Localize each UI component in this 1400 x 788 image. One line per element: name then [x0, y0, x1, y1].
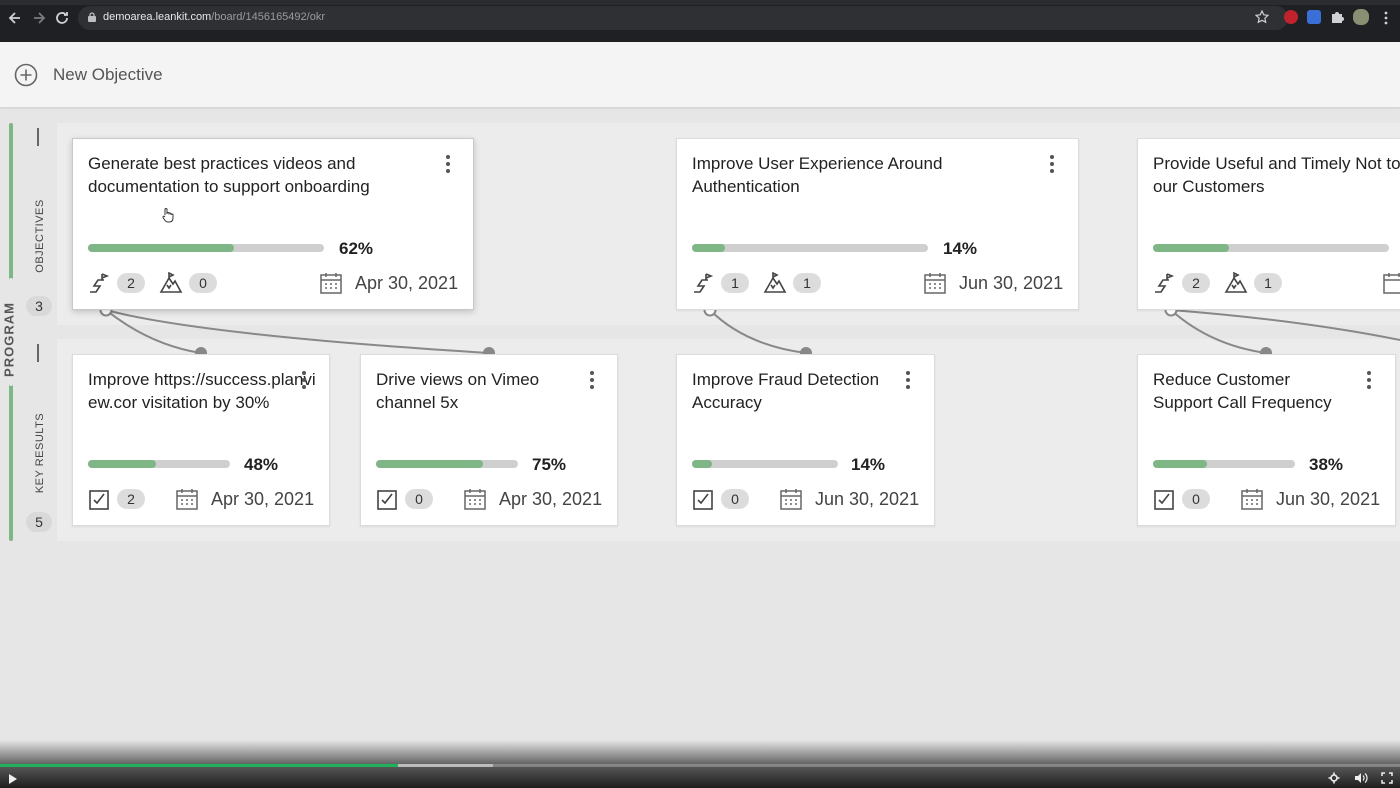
due-date: Jun 30, 2021	[1276, 489, 1381, 509]
key-result-flag-icon	[694, 273, 714, 293]
due-date: Apr 30, 2021	[211, 489, 315, 509]
objective-title: Provide Useful and Timely Not to our Cus…	[1153, 154, 1400, 196]
key-result-card[interactable]: Improve Fraud Detection Accuracy 14% 0 J…	[676, 354, 935, 526]
objective-title: Generate best practices videos and docum…	[88, 154, 370, 196]
progress-percent: 38%	[1309, 455, 1344, 474]
progress-bar	[88, 460, 230, 468]
hand-cursor-icon	[162, 208, 174, 223]
tasks-count: 0	[405, 489, 433, 509]
key-result-title: Improve Fraud Detection Accuracy	[692, 370, 880, 412]
objective-card[interactable]: Provide Useful and Timely Not to our Cus…	[1137, 138, 1400, 310]
settings-icon[interactable]	[1328, 772, 1342, 784]
progress-bar	[376, 460, 518, 468]
key-result-flag-icon	[90, 273, 110, 293]
key-results-count: 2	[1182, 273, 1210, 293]
key-result-flag-icon	[1155, 273, 1175, 293]
calendar-icon	[464, 489, 486, 510]
key-result-title: Reduce Customer Support Call Frequency	[1153, 370, 1332, 412]
kebab-menu-icon[interactable]	[445, 155, 451, 173]
risk-mountain-icon	[159, 271, 183, 293]
objective-card[interactable]: Generate best practices videos and docum…	[72, 138, 474, 310]
risks-count: 0	[189, 273, 217, 293]
due-date: Jun 30, 2021	[815, 489, 920, 509]
risk-mountain-icon	[763, 271, 787, 293]
risk-mountain-icon	[1224, 271, 1248, 293]
play-icon[interactable]	[9, 774, 17, 784]
progress-fill	[692, 460, 713, 468]
progress-bar	[692, 460, 838, 468]
checkbox-icon	[1154, 490, 1174, 510]
due-date: Apr 30, 2021	[355, 273, 459, 293]
calendar-icon	[320, 273, 342, 294]
kebab-menu-icon[interactable]	[905, 371, 911, 389]
kebab-menu-icon[interactable]	[1049, 155, 1055, 173]
objective-title: Improve User Experience Around Authentic…	[692, 154, 943, 196]
progress-percent: 62%	[339, 239, 374, 258]
tasks-count: 2	[117, 489, 145, 509]
calendar-icon	[1241, 489, 1263, 510]
objective-card[interactable]: Improve User Experience Around Authentic…	[676, 138, 1079, 310]
volume-icon[interactable]	[1354, 772, 1368, 784]
checkbox-icon	[377, 490, 397, 510]
calendar-icon	[780, 489, 802, 510]
progress-bar	[88, 244, 324, 252]
progress-fill	[88, 244, 235, 252]
progress-percent: 75%	[532, 455, 567, 474]
fullscreen-icon[interactable]	[1380, 772, 1394, 784]
tasks-count: 0	[721, 489, 749, 509]
risks-count: 1	[793, 273, 821, 293]
kebab-menu-icon[interactable]	[589, 371, 595, 389]
key-result-card[interactable]: Reduce Customer Support Call Frequency 3…	[1137, 354, 1396, 526]
key-results-count: 1	[721, 273, 749, 293]
progress-percent: 14%	[943, 239, 978, 258]
key-result-card[interactable]: Improve https://success.planview.cor vis…	[72, 354, 330, 526]
progress-fill	[1153, 460, 1207, 468]
progress-fill	[376, 460, 483, 468]
progress-percent: 48%	[244, 455, 279, 474]
due-date: Apr 30, 2021	[499, 489, 603, 509]
progress-fill	[692, 244, 726, 252]
checkbox-icon	[89, 490, 109, 510]
progress-fill	[88, 460, 157, 468]
calendar-icon	[176, 489, 198, 510]
key-result-title: Drive views on Vimeo channel 5x	[376, 370, 540, 412]
key-results-count: 2	[117, 273, 145, 293]
due-date: Jun 30, 2021	[959, 273, 1064, 293]
progress-bar	[1153, 460, 1295, 468]
progress-bar	[1153, 244, 1389, 252]
progress-fill	[1153, 244, 1229, 252]
kebab-menu-icon[interactable]	[301, 371, 307, 389]
checkbox-icon	[693, 490, 713, 510]
progress-bar	[692, 244, 928, 252]
progress-percent: 14%	[851, 455, 886, 474]
kebab-menu-icon[interactable]	[1366, 371, 1372, 389]
calendar-icon	[1383, 273, 1400, 294]
risks-count: 1	[1254, 273, 1282, 293]
tasks-count: 0	[1182, 489, 1210, 509]
video-played-bar	[0, 764, 398, 767]
calendar-icon	[924, 273, 946, 294]
key-result-title: Improve https://success.planview.cor vis…	[88, 370, 316, 412]
key-result-card[interactable]: Drive views on Vimeo channel 5x 75% 0 Ap…	[360, 354, 618, 526]
